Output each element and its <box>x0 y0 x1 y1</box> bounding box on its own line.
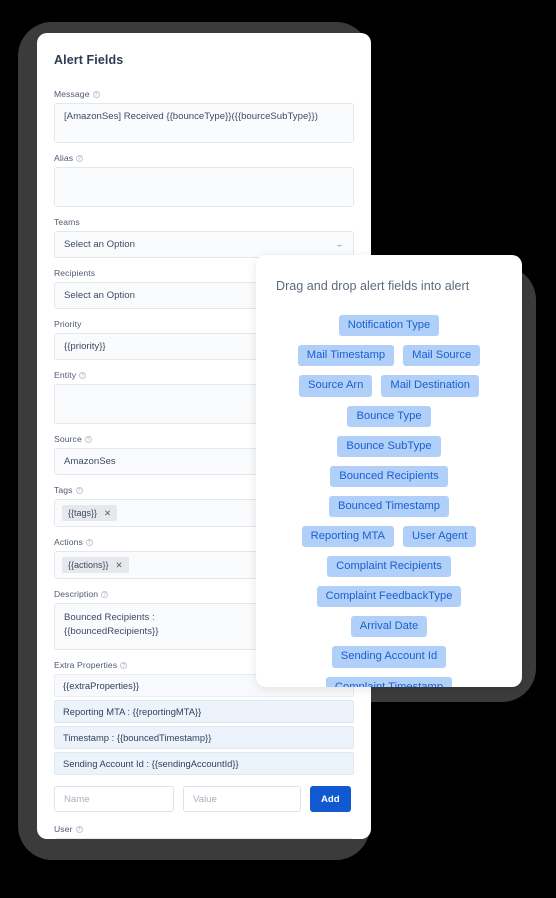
tag-row: Notification Type <box>338 315 440 337</box>
field-label-user: User ? <box>54 824 354 834</box>
alert-field-tag[interactable]: Complaint Recipients <box>327 556 451 578</box>
alert-field-tag[interactable]: Reporting MTA <box>301 526 395 548</box>
close-icon[interactable]: ✕ <box>116 561 123 570</box>
help-icon[interactable]: ? <box>85 538 93 546</box>
screenshot-stage: Alert Fields Message ? [AmazonSes] Recei… <box>0 0 556 898</box>
help-icon[interactable]: ? <box>101 590 109 598</box>
field-label-text: Priority <box>54 319 82 329</box>
chevron-down-icon: ⌄ <box>335 240 346 249</box>
alert-field-tag[interactable]: User Agent <box>403 526 477 548</box>
action-chip-label: {{actions}} <box>68 560 109 570</box>
message-input[interactable]: [AmazonSes] Received {{bounceType}}({{bo… <box>54 103 354 143</box>
drag-drop-body: Drag and drop alert fields into alert No… <box>256 255 522 687</box>
extra-property-row[interactable]: Timestamp : {{bouncedTimestamp}} <box>54 726 354 749</box>
tag-row: Bounced Recipients <box>330 465 448 487</box>
field-label-alias: Alias ? <box>54 153 354 163</box>
extra-properties-list: {{extraProperties}} Reporting MTA : {{re… <box>54 674 354 775</box>
tag-row: Source Arn Mail Destination <box>299 375 479 397</box>
field-label-text: Extra Properties <box>54 660 118 670</box>
field-label-teams: Teams <box>54 217 354 227</box>
alert-field-tag[interactable]: Bounce Type <box>347 405 431 427</box>
field-label-text: User <box>54 824 73 834</box>
alert-field-tag[interactable]: Mail Destination <box>381 375 479 397</box>
tag-row: Bounce Type <box>347 405 431 427</box>
field-label-text: Message <box>54 89 90 99</box>
extra-property-editor: Name Value Add <box>54 786 354 812</box>
help-icon[interactable]: ? <box>75 825 83 833</box>
help-icon[interactable]: ? <box>79 371 87 379</box>
tag-row: Complaint Timestamp <box>325 676 453 687</box>
property-value-input[interactable]: Value <box>183 786 301 812</box>
alert-field-tag[interactable]: Complaint FeedbackType <box>316 586 462 608</box>
help-icon[interactable]: ? <box>84 435 92 443</box>
field-label-text: Source <box>54 434 82 444</box>
field-label-text: Description <box>54 589 99 599</box>
tag-row: Arrival Date <box>350 616 428 638</box>
tag-row: Reporting MTA User Agent <box>301 526 477 548</box>
drag-drop-title: Drag and drop alert fields into alert <box>276 279 470 293</box>
alert-field-tag[interactable]: Source Arn <box>299 375 373 397</box>
tag-row: Sending Account Id <box>331 646 447 668</box>
field-label-message: Message ? <box>54 89 354 99</box>
drag-drop-panel: Drag and drop alert fields into alert No… <box>256 255 522 687</box>
help-icon[interactable]: ? <box>75 486 83 494</box>
tag-row: Bounced Timestamp <box>329 495 449 518</box>
alert-field-tag[interactable]: Arrival Date <box>350 616 428 638</box>
alert-field-tag[interactable]: Bounced Recipients <box>330 465 448 487</box>
alert-field-tag[interactable]: Mail Source <box>403 345 481 367</box>
field-label-text: Alias <box>54 153 74 163</box>
tag-row: Bounce SubType <box>337 435 441 457</box>
field-label-text: Actions <box>54 537 83 547</box>
field-teams: Teams Select an Option ⌄ <box>54 217 354 258</box>
alert-field-tag-list: Notification Type Mail Timestamp Mail So… <box>276 315 502 687</box>
field-user: User ? AmazonSes <box>54 824 354 839</box>
alert-field-tag[interactable]: Mail Timestamp <box>297 345 395 367</box>
field-label-text: Entity <box>54 370 77 380</box>
property-name-input[interactable]: Name <box>54 786 174 812</box>
tag-row: Complaint Recipients <box>327 556 451 578</box>
tag-chip[interactable]: {{tags}} ✕ <box>62 505 118 521</box>
field-label-text: Teams <box>54 217 80 227</box>
alert-field-tag[interactable]: Complaint Timestamp <box>325 676 453 687</box>
page-title: Alert Fields <box>54 53 124 67</box>
add-property-button[interactable]: Add <box>310 786 351 812</box>
tag-row: Mail Timestamp Mail Source <box>297 345 481 367</box>
teams-select-value: Select an Option <box>64 239 135 250</box>
alias-input[interactable] <box>54 167 354 207</box>
field-label-text: Recipients <box>54 268 96 278</box>
recipients-select-value: Select an Option <box>64 290 135 301</box>
user-input[interactable]: AmazonSes <box>54 838 354 839</box>
help-icon[interactable]: ? <box>76 154 84 162</box>
tag-chip-label: {{tags}} <box>68 508 98 518</box>
action-chip[interactable]: {{actions}} ✕ <box>62 557 129 573</box>
alert-field-tag[interactable]: Bounced Timestamp <box>329 495 449 518</box>
alert-field-tag[interactable]: Sending Account Id <box>331 646 447 668</box>
alert-field-tag[interactable]: Notification Type <box>338 315 440 337</box>
field-message: Message ? [AmazonSes] Received {{bounceT… <box>54 89 354 143</box>
extra-property-row[interactable]: Sending Account Id : {{sendingAccountId}… <box>54 752 354 775</box>
close-icon[interactable]: ✕ <box>104 509 111 518</box>
help-icon[interactable]: ? <box>120 661 128 669</box>
help-icon[interactable]: ? <box>92 90 100 98</box>
extra-property-row[interactable]: Reporting MTA : {{reportingMTA}} <box>54 700 354 723</box>
tag-row: Complaint FeedbackType <box>316 586 462 608</box>
alert-field-tag[interactable]: Bounce SubType <box>337 435 441 457</box>
field-alias: Alias ? <box>54 153 354 207</box>
field-label-text: Tags <box>54 485 73 495</box>
teams-select[interactable]: Select an Option ⌄ <box>54 231 354 258</box>
